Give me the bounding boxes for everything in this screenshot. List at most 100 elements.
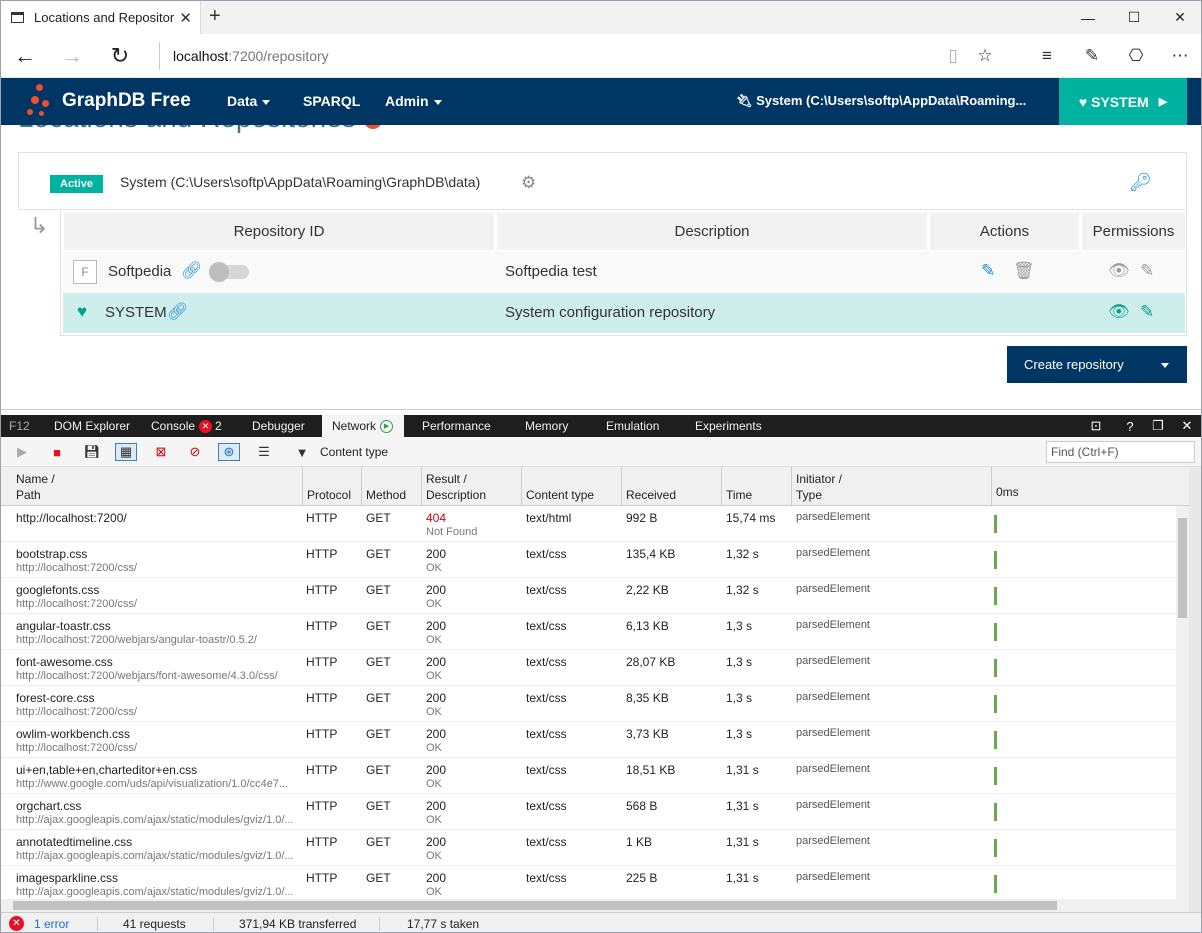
favorite-star-icon[interactable]: ☆ — [972, 44, 998, 68]
tab-memory[interactable]: Memory — [525, 415, 568, 437]
url-field[interactable]: localhost:7200/repository — [159, 42, 929, 70]
write-permission-icon[interactable]: ✎ — [1140, 302, 1154, 322]
always-refresh-icon[interactable]: ▦ — [115, 443, 137, 461]
request-name-text: http://localhost:7200/ — [16, 511, 127, 525]
column-protocol[interactable]: Protocol — [303, 467, 362, 506]
table-row[interactable]: bootstrap.css http://localhost:7200/css/ … — [1, 542, 1176, 578]
scroll-thumb[interactable] — [13, 901, 1057, 910]
reading-view-icon[interactable]: ▯ — [940, 44, 966, 68]
link-icon[interactable]: 🔗︎ — [181, 261, 203, 281]
table-row[interactable]: F Softpedia 🔗︎ Softpedia test ✎ 🗑︎ 👁︎ ✎ — [63, 252, 1185, 292]
tab-emulation[interactable]: Emulation — [606, 415, 659, 437]
console-toggle-icon[interactable]: ⊡ — [1082, 415, 1110, 437]
table-row[interactable]: ♥ SYSTEM 🔗︎ System configuration reposit… — [63, 293, 1185, 333]
close-tab-icon[interactable]: ✕ — [179, 9, 192, 27]
timeline-bar — [994, 695, 997, 713]
clear-entries-icon[interactable]: ☰ — [253, 443, 275, 461]
browser-tab[interactable]: Locations and Repositor ✕ — [1, 1, 201, 34]
tab-debugger[interactable]: Debugger — [252, 415, 305, 437]
gear-icon[interactable]: ⚙ — [521, 173, 536, 193]
menu-data[interactable]: Data — [227, 93, 271, 109]
table-row[interactable]: http://localhost:7200/ HTTP GET 404 Not F… — [1, 506, 1176, 542]
column-initiator[interactable]: Initiator / Type — [792, 467, 992, 506]
undock-icon[interactable]: ❐ — [1144, 415, 1172, 437]
active-location[interactable]: 🔌︎ System (C:\Users\softp\AppData\Roamin… — [736, 93, 1046, 109]
column-content-type[interactable]: Content type — [522, 467, 622, 506]
stop-profiling-icon[interactable]: ■ — [46, 443, 68, 461]
column-time[interactable]: Time — [722, 467, 792, 506]
brand[interactable]: GraphDB Free — [23, 83, 191, 119]
request-received: 8,35 KB — [626, 691, 669, 705]
maximize-button[interactable]: ☐ — [1111, 1, 1157, 34]
table-row[interactable]: font-awesome.css http://localhost:7200/we… — [1, 650, 1176, 686]
new-tab-button[interactable]: + — [209, 5, 221, 28]
request-name-text: orgchart.css — [16, 799, 82, 813]
column-result[interactable]: Result / Description — [422, 467, 522, 506]
hub-icon[interactable]: ≡ — [1034, 44, 1060, 68]
error-count-link[interactable]: 1 error — [34, 917, 69, 931]
table-row[interactable]: ui+en,table+en,charteditor+en.css http://… — [1, 758, 1176, 794]
read-permission-icon[interactable]: 👁︎ — [1108, 302, 1130, 322]
back-button[interactable]: ← — [11, 42, 39, 70]
table-row[interactable]: orgchart.css http://ajax.googleapis.com/a… — [1, 794, 1176, 830]
trash-icon[interactable]: 🗑︎ — [1013, 261, 1035, 281]
default-toggle[interactable] — [209, 262, 249, 282]
column-timeline[interactable]: 0ms — [992, 467, 1189, 506]
close-devtools-icon[interactable]: ✕ — [1173, 415, 1201, 437]
caret-down-icon[interactable] — [1161, 363, 1169, 368]
forward-button[interactable]: → — [58, 42, 86, 70]
export-har-icon[interactable]: 💾︎ — [81, 443, 103, 461]
close-window-button[interactable]: ✕ — [1157, 1, 1201, 34]
find-input[interactable]: Find (Ctrl+F) — [1046, 441, 1195, 463]
clear-cookies-icon[interactable]: ⊘ — [184, 443, 206, 461]
table-row[interactable]: forest-core.css http://localhost:7200/css… — [1, 686, 1176, 722]
minimize-button[interactable]: — — [1065, 1, 1111, 34]
refresh-button[interactable]: ↻ — [106, 42, 134, 70]
repo-id[interactable]: SYSTEM — [105, 304, 167, 321]
clear-session-icon[interactable]: ⊠ — [150, 443, 172, 461]
link-icon[interactable]: 🔗︎ — [167, 302, 189, 322]
create-repository-button[interactable]: Create repository — [1007, 346, 1187, 383]
read-permission-icon[interactable]: 👁︎ — [1108, 261, 1130, 281]
table-row[interactable]: imagesparkline.css http://ajax.googleapis… — [1, 866, 1176, 899]
key-icon[interactable]: 🔑︎ — [1129, 172, 1152, 193]
repo-id[interactable]: Softpedia — [108, 263, 171, 280]
timeline-bar — [994, 767, 997, 785]
table-row[interactable]: angular-toastr.css http://localhost:7200/… — [1, 614, 1176, 650]
tab-experiments[interactable]: Experiments — [695, 415, 762, 437]
tab-network[interactable]: Network ▶ — [322, 415, 404, 437]
tab-dom-explorer[interactable]: DOM Explorer — [54, 415, 130, 437]
scroll-thumb[interactable] — [1178, 518, 1187, 618]
share-icon[interactable]: ⎔ — [1123, 44, 1149, 68]
write-permission-icon[interactable]: ✎ — [1140, 261, 1154, 281]
request-received: 18,51 KB — [626, 763, 676, 777]
column-received[interactable]: Received — [622, 467, 722, 506]
system-repository-button[interactable]: ♥ SYSTEM ▶ — [1059, 78, 1187, 125]
help-icon[interactable]: ? — [1116, 415, 1144, 437]
menu-sparql[interactable]: SPARQL — [303, 93, 360, 109]
more-icon[interactable]: ⋯ — [1167, 44, 1193, 68]
tab-console[interactable]: Console ✕ 2 — [151, 415, 222, 437]
network-grid: http://localhost:7200/ HTTP GET 404 Not F… — [1, 506, 1176, 899]
vertical-scrollbar[interactable] — [1176, 506, 1189, 899]
request-result: 200 OK — [426, 583, 446, 610]
web-note-icon[interactable]: ✎ — [1079, 44, 1105, 68]
request-path: http://localhost:7200/css/ — [16, 598, 138, 610]
column-method[interactable]: Method — [362, 467, 422, 506]
heartbeat-icon: ♥ — [1078, 93, 1088, 110]
table-row[interactable]: annotatedtimeline.css http://ajax.googlea… — [1, 830, 1176, 866]
clear-cache-icon[interactable]: ⊛ — [218, 443, 240, 461]
horizontal-scrollbar[interactable] — [1, 899, 1189, 912]
table-row[interactable]: googlefonts.css http://localhost:7200/css… — [1, 578, 1176, 614]
tab-performance[interactable]: Performance — [422, 415, 491, 437]
edit-icon[interactable]: ✎ — [981, 261, 995, 281]
location-path: System (C:\Users\softp\AppData\Roaming\G… — [120, 174, 481, 190]
caret-down-icon — [433, 99, 442, 105]
table-row[interactable]: owlim-workbench.css http://localhost:7200… — [1, 722, 1176, 758]
content-type-filter[interactable]: Content type — [320, 445, 388, 459]
help-icon[interactable]: ? — [363, 125, 382, 129]
start-profiling-icon[interactable]: ▶ — [11, 443, 33, 461]
filter-icon[interactable]: ▼ — [289, 443, 315, 461]
menu-admin[interactable]: Admin — [385, 93, 442, 109]
column-name[interactable]: Name / Path — [1, 467, 303, 506]
